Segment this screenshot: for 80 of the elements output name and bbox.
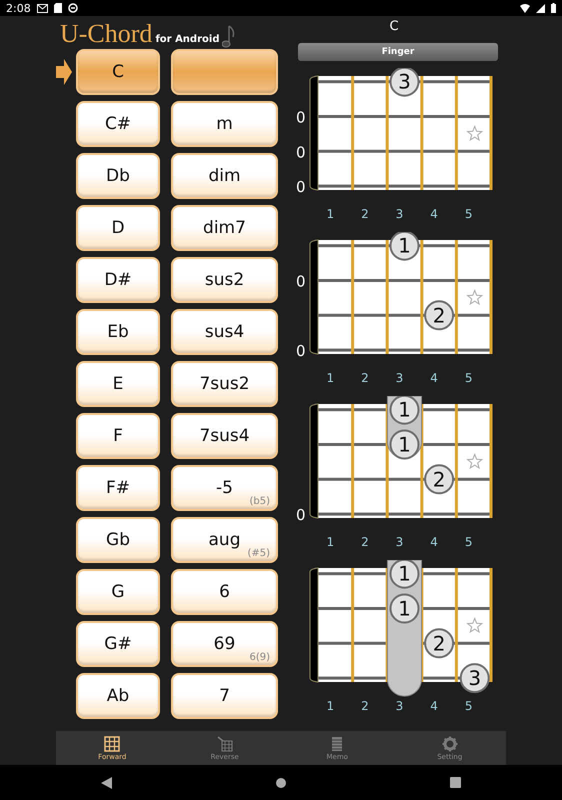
chord-type-button[interactable]: sus2 [171,257,278,303]
selection-arrow-icon [56,59,72,85]
chord-type-button[interactable]: aug (#5) [171,517,278,563]
root-note-button[interactable]: D [76,205,160,251]
finger-dot: 2 [424,628,454,658]
fret-number: 2 [361,371,369,385]
chord-type-button[interactable]: dim [171,153,278,199]
fret-number: 3 [396,207,404,221]
fret-number: 5 [464,371,473,385]
finger-dot: 3 [460,663,490,694]
root-note-button[interactable]: D# [76,257,160,303]
fret-number: 4 [430,207,438,221]
finger-dot: 2 [424,464,454,494]
finger-mode-button[interactable]: Finger [298,43,498,61]
recents-icon[interactable] [450,777,461,788]
root-note-button[interactable]: G# [76,621,160,667]
app-title: U-Chord [60,19,152,49]
wifi-icon [520,4,530,12]
fret-number: 4 [430,535,438,549]
root-note-button[interactable]: C# [76,101,160,147]
finger-dot: 1 [390,594,420,624]
root-note-button[interactable]: G [76,569,160,615]
fret-number: 1 [326,699,334,713]
fret-number: 1 [326,207,334,221]
home-icon[interactable] [275,776,288,788]
fret-number: 2 [361,699,369,713]
open-string-label: 0 [296,272,306,290]
open-string-label: 0 [296,506,306,524]
root-note-button[interactable]: F [76,413,160,459]
star-icon [466,617,484,634]
star-icon [466,289,484,306]
fret-number: 3 [396,535,404,549]
fret-number: 1 [326,371,334,385]
star-icon [466,453,484,470]
battery-icon [551,3,556,13]
fret-number: 4 [430,699,438,713]
fret-number: 2 [361,207,369,221]
root-note-button[interactable]: Ab [76,673,160,719]
notepad-icon [331,736,344,752]
open-string-label: 0 [296,143,306,162]
back-icon[interactable] [101,776,114,788]
settings-icon [442,736,458,752]
chord-type-button[interactable]: 69 6(9) [171,621,278,667]
chord-type-button[interactable]: 7sus2 [171,361,278,407]
mail-icon [36,4,48,12]
open-string-label: 0 [296,178,306,196]
open-string-label: 0 [296,108,306,126]
fret-number: 3 [396,699,404,713]
fret-number: 3 [396,371,404,385]
status-time: 2:08 [6,2,31,14]
chord-type-button[interactable]: sus4 [171,309,278,355]
fret-number: 2 [361,535,369,549]
finger-dot: 2 [424,300,454,330]
chord-type-button[interactable]: 7sus4 [171,413,278,459]
chord-grid-icon [104,736,120,752]
star-icon [466,125,484,142]
fret-number: 5 [464,207,473,221]
chord-type-button[interactable]: -5 (b5) [171,465,278,511]
root-note-button[interactable]: E [76,361,160,407]
chord-type-button[interactable]: 6 [171,569,278,615]
finger-dot: 1 [390,430,420,460]
chord-type-button[interactable]: m [171,101,278,147]
app-subtitle: for Android [155,33,220,47]
root-note-button[interactable]: Eb [76,309,160,355]
root-note-button[interactable]: C [76,49,160,95]
root-note-button[interactable]: F# [76,465,160,511]
fret-number: 5 [464,535,473,549]
chord-type-button[interactable]: dim7 [171,205,278,251]
open-string-label: 0 [296,342,306,360]
sd-card-icon [54,3,62,13]
music-note-icon [222,25,236,49]
fret-number: 4 [430,371,438,385]
chord-chart-icon [216,736,233,752]
fret-number: 1 [326,535,334,549]
chord-name: C [389,18,399,36]
signal-icon [536,4,545,12]
chord-type-button[interactable]: 7 [171,673,278,719]
root-note-button[interactable]: Db [76,153,160,199]
root-note-button[interactable]: Gb [76,517,160,563]
fret-number: 5 [464,699,473,713]
